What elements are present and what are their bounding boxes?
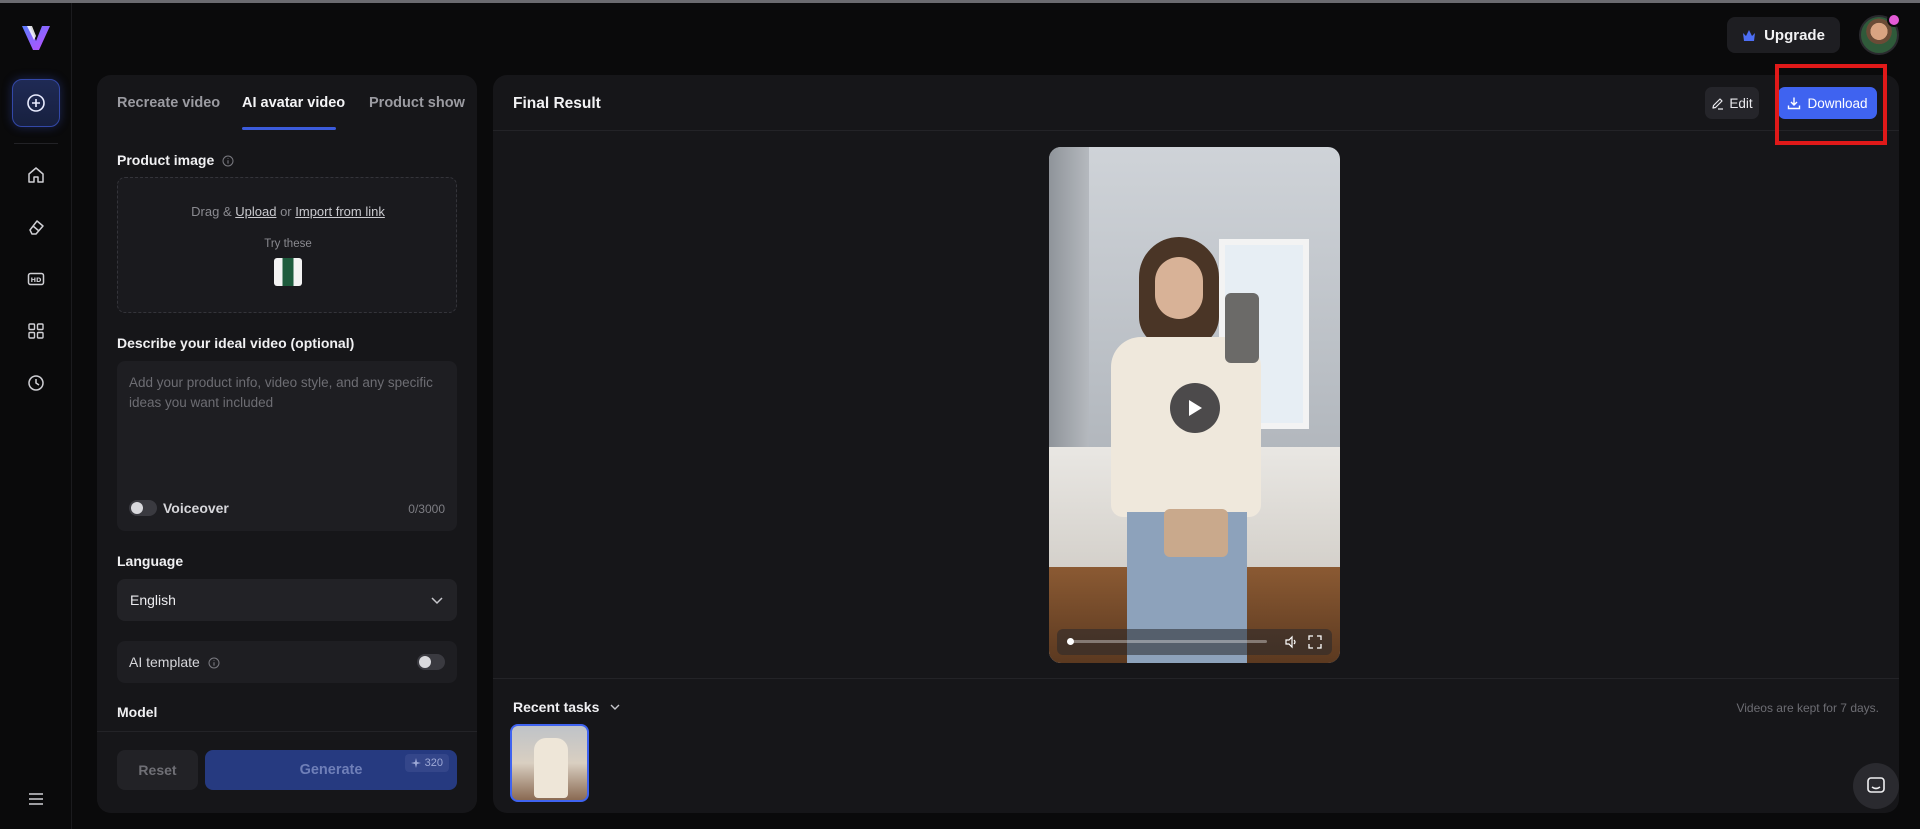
generate-label: Generate: [299, 762, 363, 778]
product-image-label: Product image: [117, 152, 215, 168]
info-icon[interactable]: [222, 155, 234, 167]
description-placeholder: Add your product info, video style, and …: [129, 375, 433, 410]
voiceover-toggle[interactable]: [129, 500, 157, 516]
drag-text: Drag &: [191, 204, 232, 219]
description-textarea[interactable]: Add your product info, video style, and …: [117, 361, 457, 531]
upgrade-button[interactable]: Upgrade: [1727, 17, 1840, 53]
active-tab-indicator: [242, 127, 336, 130]
ai-template-toggle[interactable]: [417, 654, 445, 670]
recent-tasks-toggle[interactable]: Recent tasks: [513, 699, 621, 715]
describe-label: Describe your ideal video (optional): [117, 335, 355, 351]
or-text: or: [280, 204, 292, 219]
sidebar-divider: [14, 143, 58, 144]
history-icon: [28, 375, 44, 391]
tab-product-show[interactable]: Product show: [369, 95, 465, 111]
language-label: Language: [117, 553, 184, 569]
menu-button[interactable]: [22, 785, 50, 813]
ai-template-row: AI template: [117, 641, 457, 683]
video-phone: [1225, 293, 1259, 363]
chevron-down-icon: [431, 597, 443, 605]
window-top-border: [0, 0, 1920, 3]
sparkle-icon: [410, 758, 421, 768]
recent-task-thumbnail[interactable]: [510, 724, 589, 802]
reset-button[interactable]: Reset: [117, 750, 198, 790]
sidebar-item-eraser[interactable]: [18, 209, 54, 245]
upload-instructions: Drag & Upload or Import from link: [118, 204, 458, 219]
edit-button[interactable]: Edit: [1705, 87, 1759, 119]
result-title: Final Result: [513, 95, 601, 112]
download-highlight-box: [1775, 64, 1887, 145]
recent-thumb-person: [534, 738, 568, 798]
tab-bar: Recreate video AI avatar video Product s…: [97, 75, 477, 131]
tab-recreate-video[interactable]: Recreate video: [117, 95, 220, 111]
voiceover-label: Voiceover: [163, 500, 229, 516]
menu-icon: [29, 793, 43, 805]
play-button[interactable]: [1170, 383, 1220, 433]
create-icon: [27, 94, 45, 112]
svg-text:HD: HD: [31, 276, 42, 284]
product-image-dropzone[interactable]: Drag & Upload or Import from link Try th…: [117, 177, 457, 313]
edit-icon: [1712, 97, 1724, 110]
credit-cost: 320: [424, 757, 443, 769]
user-avatar[interactable]: [1859, 13, 1901, 55]
recent-tasks-label: Recent tasks: [513, 699, 600, 715]
sidebar-item-home[interactable]: [18, 157, 54, 193]
create-button[interactable]: [12, 79, 60, 127]
video-controls: [1057, 629, 1332, 655]
try-these-label: Try these: [264, 238, 312, 250]
notification-badge: [1887, 13, 1901, 27]
generate-button[interactable]: Generate 320: [205, 750, 457, 790]
crown-icon: [1743, 29, 1756, 41]
upload-link[interactable]: Upload: [235, 204, 276, 219]
edit-label: Edit: [1729, 95, 1753, 111]
credit-cost-badge: 320: [404, 754, 449, 772]
tab-ai-avatar-video[interactable]: AI avatar video: [242, 95, 345, 111]
result-panel: Final Result Edit Download Recent tasks: [493, 75, 1899, 813]
sidebar-item-apps[interactable]: [18, 313, 54, 349]
product-image-heading: Product image: [117, 152, 234, 168]
video-person-face: [1155, 257, 1203, 319]
support-chat-button[interactable]: [1853, 763, 1899, 809]
sample-product-thumbnail[interactable]: [274, 258, 302, 286]
sidebar-item-history[interactable]: [18, 365, 54, 401]
eraser-icon: [29, 220, 44, 235]
generation-panel: Recreate video AI avatar video Product s…: [97, 75, 477, 813]
home-icon: [28, 167, 44, 183]
info-icon[interactable]: [208, 657, 220, 669]
logo-icon[interactable]: [20, 23, 52, 53]
play-icon: [1189, 400, 1202, 416]
ai-template-heading: AI template: [129, 654, 220, 670]
sidebar-item-hd[interactable]: HD: [18, 261, 54, 297]
chevron-down-icon: [610, 704, 620, 710]
apps-icon: [28, 323, 44, 339]
panel-footer: Reset Generate 320: [97, 731, 477, 813]
ai-template-label: AI template: [129, 654, 200, 670]
sidebar: HD: [0, 3, 72, 829]
upgrade-label: Upgrade: [1764, 26, 1825, 44]
volume-icon[interactable]: [1284, 635, 1298, 649]
language-select[interactable]: English: [117, 579, 457, 621]
fullscreen-icon[interactable]: [1308, 635, 1322, 649]
video-player[interactable]: [1049, 147, 1340, 663]
hd-icon: HD: [27, 272, 45, 286]
video-handbag: [1164, 509, 1228, 557]
model-label: Model: [117, 704, 158, 720]
video-progress-track[interactable]: [1067, 640, 1267, 643]
retention-note: Videos are kept for 7 days.: [1736, 701, 1879, 715]
chat-icon: [1867, 777, 1885, 793]
char-count: 0/3000: [408, 502, 445, 516]
recent-divider: [493, 678, 1899, 679]
language-value: English: [130, 592, 176, 608]
video-progress-knob[interactable]: [1067, 638, 1074, 645]
header-divider: [493, 130, 1899, 131]
import-from-link[interactable]: Import from link: [295, 204, 385, 219]
